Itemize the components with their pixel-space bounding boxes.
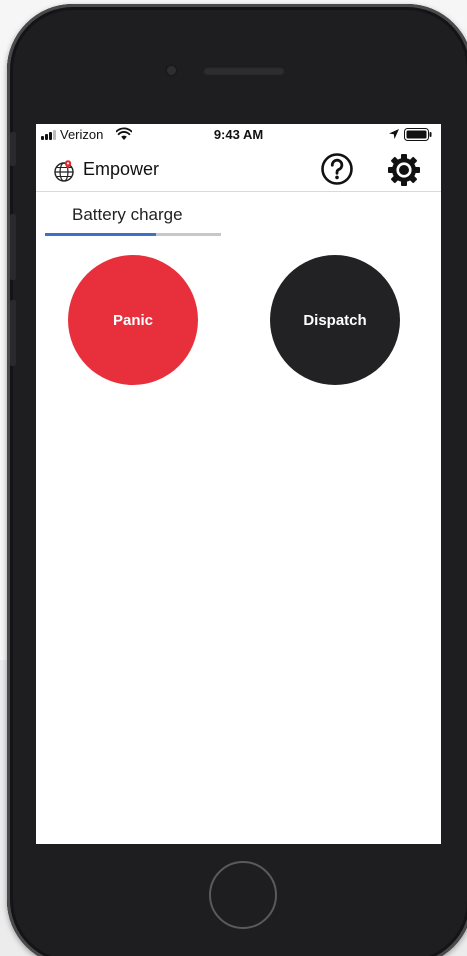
status-time: 9:43 AM [213, 127, 264, 142]
location-icon [389, 129, 399, 139]
home-button[interactable] [209, 861, 277, 929]
app-header: Empower [36, 146, 441, 192]
panic-button[interactable]: Panic [68, 255, 198, 385]
globe-pin-icon [54, 160, 74, 182]
help-button[interactable] [320, 152, 354, 186]
dispatch-label: Dispatch [303, 311, 367, 329]
earpiece-speaker [203, 66, 285, 75]
app-screen: Verizon 9:43 AM Empower Battery charge P… [36, 124, 441, 844]
panic-label: Panic [112, 311, 154, 329]
dispatch-button[interactable]: Dispatch [270, 255, 400, 385]
tab-battery-charge[interactable]: Battery charge [45, 192, 221, 236]
battery-progress-fill [45, 233, 156, 236]
volume-up-button [10, 214, 16, 280]
battery-icon [404, 128, 432, 141]
page: Verizon 9:43 AM Empower Battery charge P… [0, 0, 467, 956]
volume-down-button [10, 300, 16, 366]
battery-progress-track [45, 233, 221, 236]
front-camera [165, 64, 178, 77]
status-bar: Verizon 9:43 AM [36, 124, 441, 146]
tab-label: Battery charge [72, 205, 183, 224]
mute-switch [10, 132, 16, 166]
gear-icon[interactable] [387, 153, 421, 187]
app-title: Empower [83, 159, 160, 179]
